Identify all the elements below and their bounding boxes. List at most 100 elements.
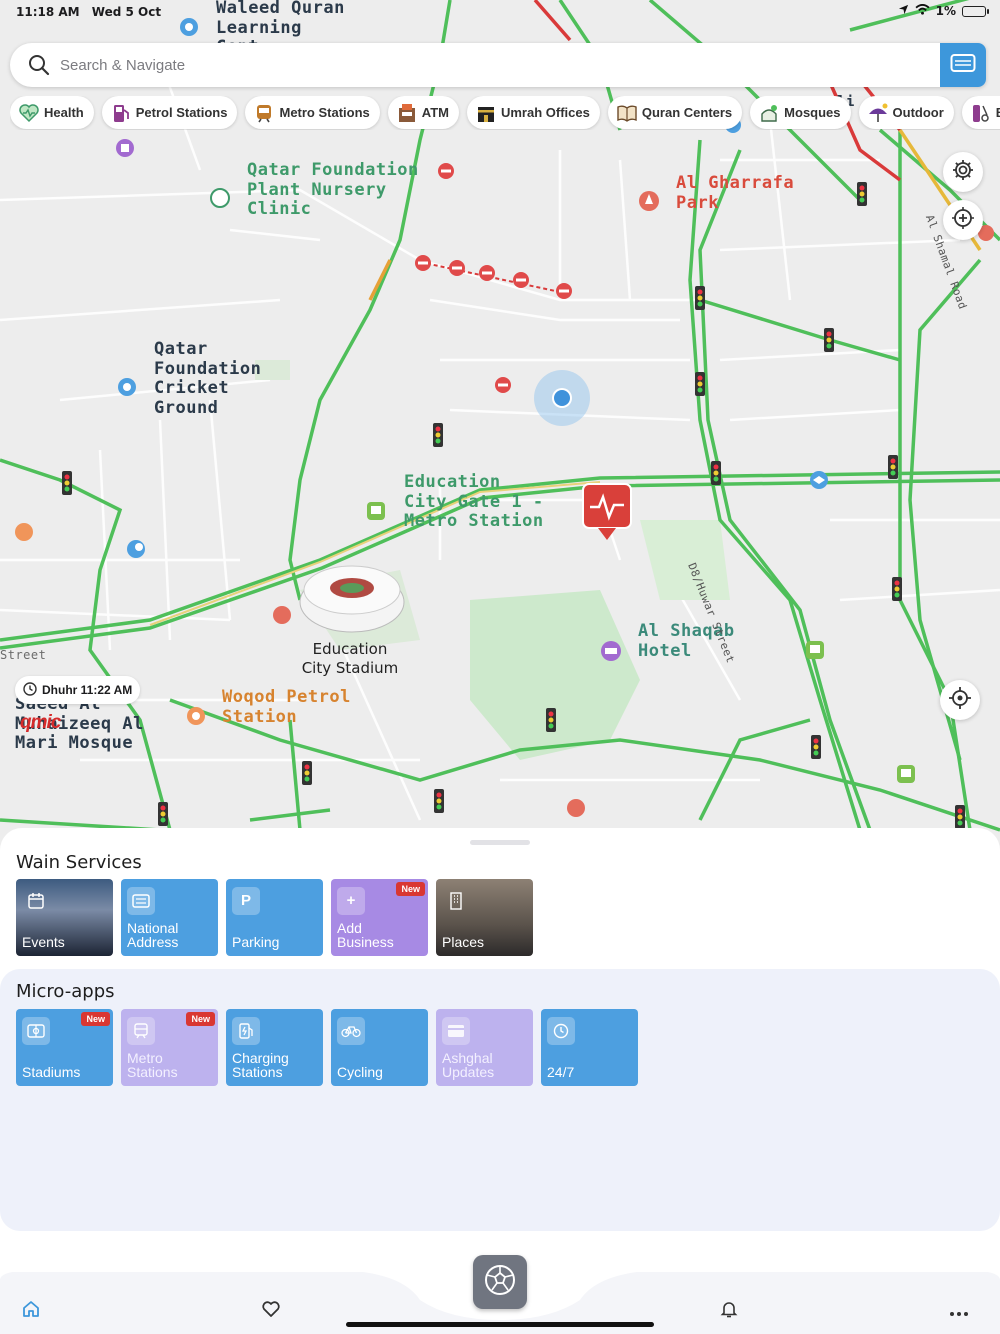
news-icon [442, 1017, 470, 1045]
prayer-time-pill[interactable]: Dhuhr 11:22 AM [15, 676, 141, 704]
tile-cycling[interactable]: Cycling [331, 1009, 428, 1086]
tile-label: Events [22, 934, 65, 950]
sheet-grabber[interactable] [470, 840, 530, 845]
world-cup-button[interactable] [473, 1255, 527, 1309]
chip-label: Outdoor [892, 105, 944, 120]
more-icon [949, 1302, 969, 1321]
gear-icon [951, 158, 975, 186]
tile-parking[interactable]: P Parking [226, 879, 323, 956]
status-date: Wed 5 Oct [91, 5, 162, 19]
tile-add-business[interactable]: + New Add Business [331, 879, 428, 956]
book-icon [616, 102, 638, 124]
atm-icon [396, 102, 418, 124]
plus-icon: + [337, 887, 365, 915]
tile-stadiums[interactable]: New Stadiums [16, 1009, 113, 1086]
football-icon [483, 1263, 517, 1301]
kaaba-icon [475, 102, 497, 124]
tile-label: Add Business [337, 920, 394, 950]
battery-percent: 1% [935, 4, 956, 18]
micro-apps-panel: Micro-apps New Stadiums New Metro Statio… [0, 969, 1000, 1231]
hospital-marker [582, 483, 632, 540]
status-bar: 11:18 AM Wed 5 Oct 1% [0, 0, 1000, 24]
tile-label: Cycling [337, 1064, 383, 1080]
chip-beauty[interactable]: Be [961, 96, 1000, 129]
map-label-metro: Education City Gate 1 - Metro Station [404, 472, 544, 531]
tile-24-7[interactable]: 24/7 [541, 1009, 638, 1086]
add-place-button[interactable] [943, 200, 983, 240]
tab-favorites[interactable] [258, 1298, 284, 1324]
chip-health[interactable]: Health [10, 96, 94, 129]
location-arrow-icon [898, 4, 909, 18]
home-icon [21, 1299, 41, 1323]
prayer-time-text: Dhuhr 11:22 AM [42, 683, 133, 697]
chip-metro-stations[interactable]: Metro Stations [245, 96, 380, 129]
map-label-woqod: Woqod Petrol Station [222, 687, 351, 727]
chip-label: Be [996, 105, 1000, 120]
train-icon [253, 102, 275, 124]
tile-charging-stations[interactable]: Charging Stations [226, 1009, 323, 1086]
tile-places[interactable]: Places [436, 879, 533, 956]
map-settings-button[interactable] [943, 152, 983, 192]
bell-icon [719, 1299, 739, 1323]
chip-label: Petrol Stations [135, 105, 228, 120]
parking-icon: P [232, 887, 260, 915]
chip-label: Health [44, 105, 84, 120]
tile-label: Ashghal Updates [442, 1050, 495, 1080]
id-card-button[interactable] [940, 43, 986, 87]
chip-label: ATM [421, 105, 449, 120]
umbrella-icon [867, 102, 889, 124]
tile-national-address[interactable]: National Address [121, 879, 218, 956]
tile-label: 24/7 [547, 1064, 575, 1080]
tile-events[interactable]: Events [16, 879, 113, 956]
wifi-icon [915, 4, 930, 18]
home-indicator [346, 1322, 654, 1327]
wain-services-tiles: Events National Address P Parking + New … [16, 879, 533, 956]
clock-icon [547, 1017, 575, 1045]
tab-notifications[interactable] [716, 1298, 742, 1324]
tile-label: Metro Stations [127, 1050, 178, 1080]
chip-atm[interactable]: ATM [387, 96, 459, 129]
chip-quran-centers[interactable]: Quran Centers [607, 96, 743, 129]
bottom-tab-bar [0, 1240, 1000, 1334]
status-time: 11:18 AM [16, 5, 80, 19]
tile-metro-stations[interactable]: New Metro Stations [121, 1009, 218, 1086]
chip-umrah-offices[interactable]: Umrah Offices [466, 96, 600, 129]
tile-label: Stadiums [22, 1064, 81, 1080]
card-icon [127, 887, 155, 915]
clock-icon [23, 681, 37, 699]
tile-label: Places [442, 934, 485, 950]
stadium-icon [22, 1017, 50, 1045]
metro-icon [127, 1017, 155, 1045]
search-input[interactable] [60, 43, 920, 87]
add-location-icon [951, 206, 975, 234]
chip-label: Metro Stations [279, 105, 370, 120]
heart-pulse-icon [18, 102, 40, 124]
chip-label: Quran Centers [641, 105, 733, 120]
road-closed-markers [415, 163, 572, 393]
new-badge: New [396, 882, 425, 896]
micro-apps-tiles: New Stadiums New Metro Stations Charging… [16, 1009, 638, 1086]
map-label-qf-nursery: Qatar Foundation Plant Nursery Clinic [247, 160, 419, 219]
chip-petrol-stations[interactable]: Petrol Stations [101, 96, 238, 129]
search-bar [10, 43, 986, 87]
charging-icon [232, 1017, 260, 1045]
tile-ashghal-updates[interactable]: Ashghal Updates [436, 1009, 533, 1086]
tile-label: National Address [127, 920, 179, 950]
new-badge: New [81, 1012, 110, 1026]
micro-apps-title: Micro-apps [16, 981, 115, 1002]
battery-icon [962, 5, 989, 17]
new-badge: New [186, 1012, 215, 1026]
tab-home[interactable] [18, 1298, 44, 1324]
recenter-location-button[interactable] [940, 680, 980, 720]
tab-more[interactable] [946, 1298, 972, 1324]
map-label-gharrafa: Al Gharrafa Park [676, 173, 795, 213]
search-icon [28, 54, 50, 76]
heart-icon [261, 1299, 281, 1323]
status-datetime: 11:18 AM Wed 5 Oct [16, 5, 169, 19]
status-indicators: 1% [898, 4, 989, 18]
tile-label: Charging Stations [232, 1050, 289, 1080]
chip-mosques[interactable]: Mosques [750, 96, 851, 129]
chip-outdoor[interactable]: Outdoor [858, 96, 954, 129]
mosque-icon [758, 102, 780, 124]
fuel-pump-icon [110, 102, 132, 124]
